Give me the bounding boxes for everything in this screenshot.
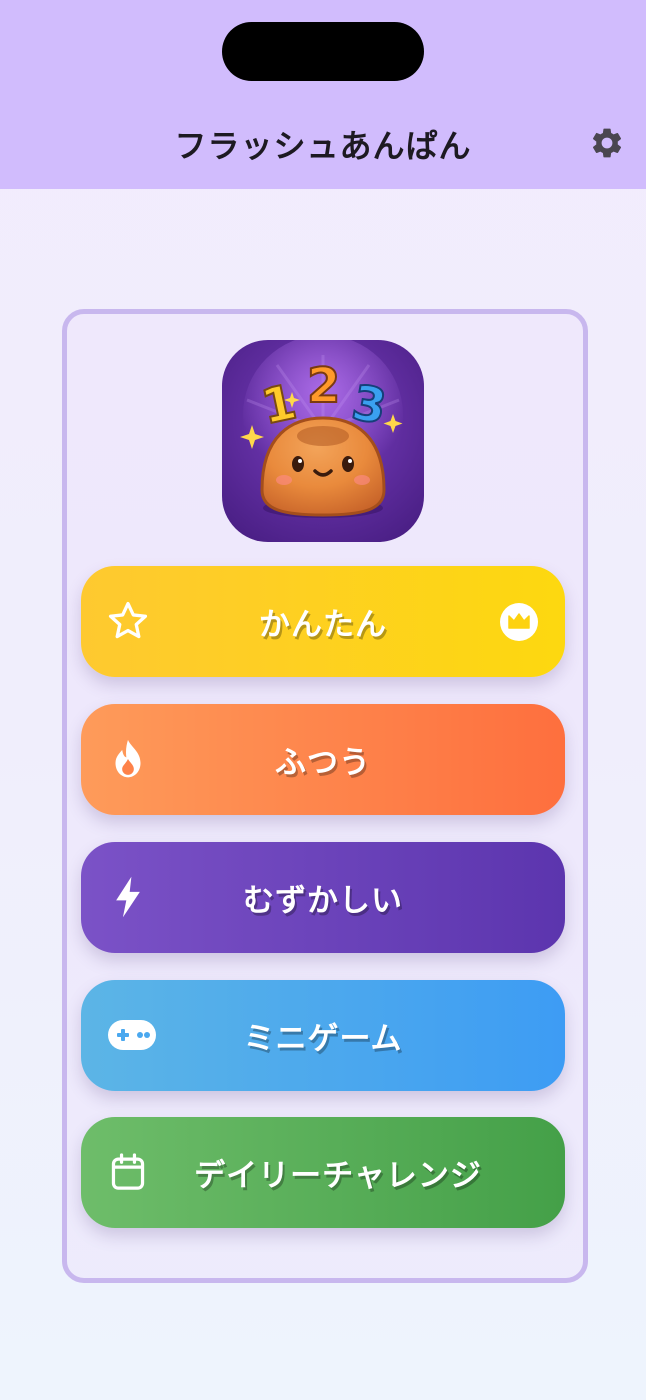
minigame-label: ミニゲーム [243,1021,403,1057]
flame-icon [105,736,151,782]
easy-label: かんたん [259,607,387,643]
gear-icon [589,125,625,165]
svg-text:2: 2 [307,358,340,414]
settings-button[interactable] [584,122,630,168]
star-icon [105,598,151,644]
app-title: フラッシュあんぱん [174,127,472,165]
hard-button[interactable]: むずかしい [81,842,565,953]
crown-icon [499,602,539,642]
dynamic-island [222,22,424,81]
daily-challenge-label: デイリーチャレンジ [194,1158,482,1194]
app-logo: 1 2 3 [222,335,424,542]
normal-button[interactable]: ふつう [81,704,565,815]
calendar-icon [105,1149,151,1195]
easy-button[interactable]: かんたん [81,566,565,677]
lightning-icon [105,874,151,920]
normal-label: ふつう [275,745,371,781]
gamepad-icon [107,1012,157,1058]
daily-challenge-button[interactable]: デイリーチャレンジ [81,1117,565,1228]
hard-label: むずかしい [243,883,403,919]
minigame-button[interactable]: ミニゲーム [81,980,565,1091]
app-header: フラッシュあんぱん [0,0,646,189]
